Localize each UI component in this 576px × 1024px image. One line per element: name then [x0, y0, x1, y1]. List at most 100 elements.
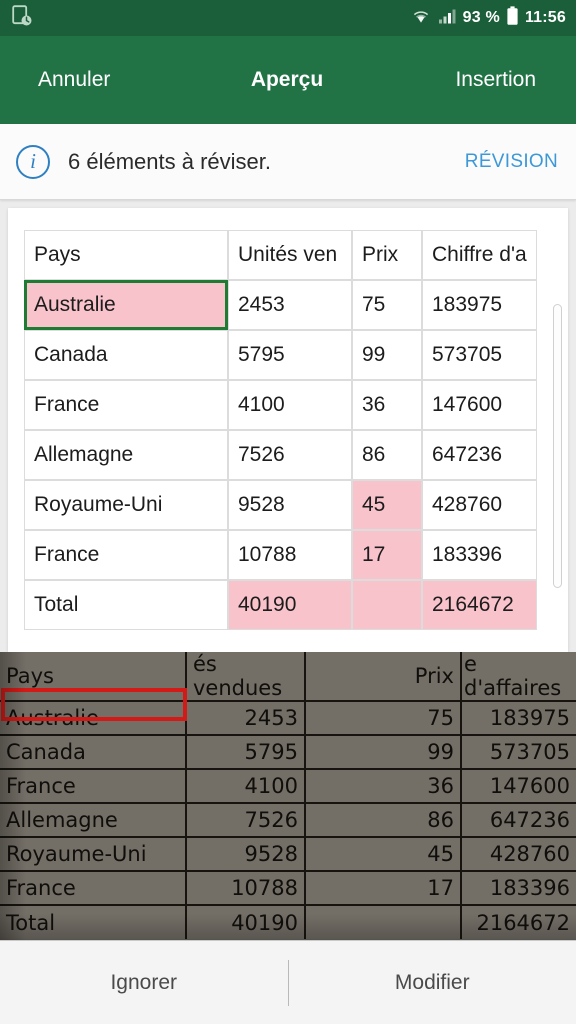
- scanned-table-cell: 5795: [185, 734, 306, 770]
- battery-icon: [506, 5, 519, 31]
- ignore-button[interactable]: Ignorer: [0, 941, 288, 1024]
- table-cell[interactable]: 147600: [422, 380, 537, 430]
- recent-document-icon: [12, 4, 32, 32]
- scanned-table-cell: 17: [304, 870, 462, 906]
- table-row: Canada 5795 99 573705: [24, 330, 537, 380]
- table-cell[interactable]: 9528: [228, 480, 352, 530]
- flagged-cell[interactable]: 17: [352, 530, 422, 580]
- cancel-button-label: Annuler: [38, 68, 111, 91]
- scanned-table-row: Canada 5795 99 573705: [0, 734, 576, 770]
- table-cell[interactable]: 36: [352, 380, 422, 430]
- scanned-table-row: France 4100 36 147600: [0, 768, 576, 804]
- scanned-table-cell: 86: [304, 802, 462, 838]
- status-bar-right: 93 % 11:56: [411, 5, 566, 31]
- table-row: Australie 2453 75 183975: [24, 280, 537, 330]
- preview-panel[interactable]: Pays Unités ven Prix Chiffre d'a Australie 24…: [8, 208, 568, 652]
- edit-button[interactable]: Modifier: [289, 941, 576, 1024]
- scanned-table-cell: 573705: [460, 734, 576, 770]
- scanned-table-row: Total 40190 2164672: [0, 904, 576, 939]
- cellular-signal-icon: [437, 7, 457, 30]
- table-cell[interactable]: France: [24, 530, 228, 580]
- column-header-cell[interactable]: Prix: [352, 230, 422, 280]
- insert-button-label: Insertion: [455, 68, 536, 91]
- scanned-table-cell: 428760: [460, 836, 576, 872]
- scanned-header-cell: e d'affaires: [460, 652, 576, 702]
- column-header-cell[interactable]: Chiffre d'a: [422, 230, 537, 280]
- table-cell[interactable]: 99: [352, 330, 422, 380]
- scanned-table-cell: 2164672: [460, 904, 576, 939]
- flagged-cell[interactable]: 40190: [228, 580, 352, 630]
- table-cell[interactable]: 183396: [422, 530, 537, 580]
- flagged-cell[interactable]: [352, 580, 422, 630]
- table-cell[interactable]: 2453: [228, 280, 352, 330]
- table-cell[interactable]: Canada: [24, 330, 228, 380]
- ignore-button-label: Ignorer: [110, 970, 178, 994]
- review-banner: i 6 éléments à réviser. RÉVISION: [0, 124, 576, 200]
- cancel-button[interactable]: Annuler: [0, 68, 204, 92]
- table-cell[interactable]: Total: [24, 580, 228, 630]
- scanned-table-cell: 9528: [185, 836, 306, 872]
- scanned-table-row: France 10788 17 183396: [0, 870, 576, 906]
- column-header-cell[interactable]: Unités ven: [228, 230, 352, 280]
- scanned-table-cell: 99: [304, 734, 462, 770]
- flagged-cell[interactable]: 2164672: [422, 580, 537, 630]
- scanned-table-cell: [304, 904, 462, 939]
- scanned-table-cell: 647236: [460, 802, 576, 838]
- scanned-table-cell: Australie: [0, 700, 187, 736]
- table-cell[interactable]: 183975: [422, 280, 537, 330]
- table-cell[interactable]: Royaume-Uni: [24, 480, 228, 530]
- review-banner-message: 6 éléments à réviser.: [68, 148, 271, 174]
- table-row: Allemagne 7526 86 647236: [24, 430, 537, 480]
- scanned-table-cell: 2453: [185, 700, 306, 736]
- table-cell[interactable]: 75: [352, 280, 422, 330]
- scanned-table-cell: Allemagne: [0, 802, 187, 838]
- scanned-table-cell: 147600: [460, 768, 576, 804]
- scanned-table-cell: 40190: [185, 904, 306, 939]
- table-cell[interactable]: 4100: [228, 380, 352, 430]
- scanned-table-cell: France: [0, 870, 187, 906]
- scanned-table: Pays és vendues Prix e d'affaires Australie 2…: [0, 652, 576, 939]
- vertical-scrollbar[interactable]: [553, 304, 562, 588]
- flagged-cell[interactable]: 45: [352, 480, 422, 530]
- scanned-table-cell: 183396: [460, 870, 576, 906]
- table-cell[interactable]: 428760: [422, 480, 537, 530]
- scanned-table-image[interactable]: Pays és vendues Prix e d'affaires Australie 2…: [0, 652, 576, 940]
- table-cell[interactable]: 573705: [422, 330, 537, 380]
- clock-label: 11:56: [524, 9, 566, 26]
- selected-cell[interactable]: Australie: [24, 280, 228, 330]
- scanned-table-cell: 75: [304, 700, 462, 736]
- scanned-header-cell: Prix: [304, 652, 462, 702]
- table-cell[interactable]: Allemagne: [24, 430, 228, 480]
- table-row: Total 40190 2164672: [24, 580, 537, 630]
- scanned-header-row: Pays és vendues Prix e d'affaires: [0, 652, 576, 702]
- preview-area: Pays Unités ven Prix Chiffre d'a Australie 24…: [0, 200, 576, 652]
- table-cell[interactable]: 5795: [228, 330, 352, 380]
- scanned-table-cell: Total: [0, 904, 187, 939]
- app-root: 93 % 11:56 Annuler Aperçu Insertion i 6 …: [0, 0, 576, 1024]
- scanned-table-row: Allemagne 7526 86 647236: [0, 802, 576, 838]
- status-bar: 93 % 11:56: [0, 0, 576, 36]
- column-header-cell[interactable]: Pays: [24, 230, 228, 280]
- scanned-table-cell: France: [0, 768, 187, 804]
- preview-table[interactable]: Pays Unités ven Prix Chiffre d'a Australie 24…: [24, 230, 537, 630]
- insert-button[interactable]: Insertion: [370, 68, 576, 92]
- page-title: Aperçu: [204, 68, 370, 92]
- scanned-table-cell: Canada: [0, 734, 187, 770]
- table-cell[interactable]: 647236: [422, 430, 537, 480]
- table-cell[interactable]: 7526: [228, 430, 352, 480]
- bottom-action-bar: Ignorer Modifier: [0, 940, 576, 1024]
- battery-percent-label: 93 %: [462, 9, 500, 26]
- table-cell[interactable]: 10788: [228, 530, 352, 580]
- table-cell[interactable]: 86: [352, 430, 422, 480]
- scanned-table-cell: 4100: [185, 768, 306, 804]
- scanned-table-cell: 36: [304, 768, 462, 804]
- table-row: Royaume-Uni 9528 45 428760: [24, 480, 537, 530]
- scanned-table-cell: Royaume-Uni: [0, 836, 187, 872]
- table-header-row: Pays Unités ven Prix Chiffre d'a: [24, 230, 537, 280]
- table-cell[interactable]: France: [24, 380, 228, 430]
- table-row: France 10788 17 183396: [24, 530, 537, 580]
- scanned-table-row: Australie 2453 75 183975: [0, 700, 576, 736]
- scanned-header-cell: és vendues: [185, 652, 306, 702]
- review-button[interactable]: RÉVISION: [465, 151, 558, 173]
- app-bar: Annuler Aperçu Insertion: [0, 36, 576, 124]
